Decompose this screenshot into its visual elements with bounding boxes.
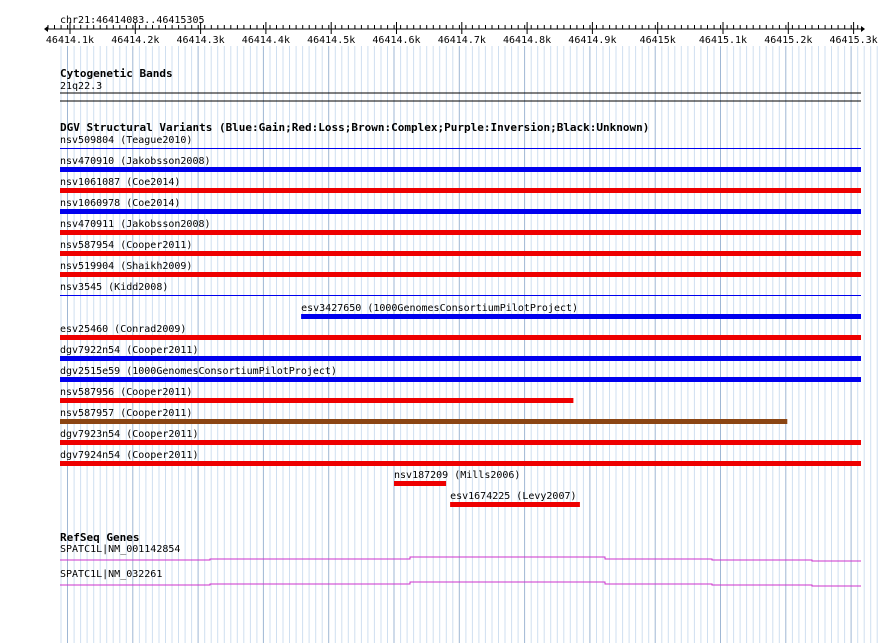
sv-feature-bar — [60, 461, 861, 466]
refseq-gene-label: SPATC1L|NM_001142854 — [60, 544, 181, 555]
sv-feature-label: nsv519904 (Shaikh2009) — [60, 261, 193, 272]
sv-feature-label: nsv470910 (Jakobsson2008) — [60, 156, 211, 167]
refseq-gene-model — [60, 556, 861, 562]
sv-feature-label: esv1674225 (Levy2007) — [450, 491, 577, 502]
ruler-tick-label: 46414.8k — [503, 35, 552, 46]
refseq-track-title: RefSeq Genes — [60, 531, 140, 544]
sv-feature-bar — [60, 335, 861, 340]
sv-feature-label: dgv7922n54 (Cooper2011) — [60, 345, 199, 356]
cytoband-label: 21q22.3 — [60, 81, 103, 92]
ruler-tick-label: 46414.1k — [45, 35, 95, 46]
ruler-tick-label: 46414.5k — [307, 35, 356, 46]
ruler-right-arrow — [861, 26, 865, 32]
sv-feature-label: esv3427650 (1000GenomesConsortiumPilotPr… — [301, 303, 579, 314]
sv-feature-bar — [394, 481, 447, 486]
sv-feature-bar — [60, 295, 861, 296]
ruler-tick-label: 46414.3k — [176, 35, 225, 46]
locus-label: chr21:46414083..46415305 — [60, 15, 205, 26]
dgv-track-title: DGV Structural Variants (Blue:Gain;Red:L… — [60, 121, 650, 134]
refseq-gene-model — [60, 581, 861, 587]
sv-feature-bar — [60, 272, 861, 277]
sv-feature-label: dgv2515e59 (1000GenomesConsortiumPilotPr… — [60, 366, 337, 377]
sv-feature-bar — [60, 419, 788, 424]
sv-feature-bar — [60, 148, 861, 149]
ruler-left-arrow — [44, 26, 48, 32]
ruler-tick-label: 46414.4k — [241, 35, 290, 46]
sv-feature-bar — [60, 377, 861, 382]
genome-browser-view: chr21:46414083..46415305 Cytogenetic Ban… — [0, 0, 890, 643]
ruler-tick-label: 46414.6k — [372, 35, 421, 46]
ruler-tick-label: 46414.7k — [437, 35, 486, 46]
sv-feature-label: esv25460 (Conrad2009) — [60, 324, 187, 335]
sv-feature-label: dgv7923n54 (Cooper2011) — [60, 429, 199, 440]
sv-feature-label: nsv587957 (Cooper2011) — [60, 408, 193, 419]
sv-feature-label: nsv3545 (Kidd2008) — [60, 282, 169, 293]
refseq-gene-label: SPATC1L|NM_032261 — [60, 569, 163, 580]
cytoband-track-title: Cytogenetic Bands — [60, 67, 173, 80]
sv-feature-bar — [60, 356, 861, 361]
sv-feature-label: nsv587956 (Cooper2011) — [60, 387, 193, 398]
sv-feature-label: nsv509804 (Teague2010) — [60, 135, 193, 146]
sv-feature-bar — [60, 230, 861, 235]
ruler-tick-label: 46414.9k — [568, 35, 617, 46]
sv-feature-label: nsv1060978 (Coe2014) — [60, 198, 181, 209]
sv-feature-label: nsv470911 (Jakobsson2008) — [60, 219, 211, 230]
sv-feature-label: nsv1061087 (Coe2014) — [60, 177, 181, 188]
sv-feature-bar — [60, 251, 861, 256]
ruler-tick-label: 46415.2k — [764, 35, 813, 46]
sv-feature-label: nsv187209 (Mills2006) — [394, 470, 521, 481]
sv-feature-bar — [301, 314, 862, 319]
ruler-tick-label: 46415k — [639, 35, 676, 46]
ruler-tick-label: 46414.2k — [111, 35, 160, 46]
sv-feature-bar — [60, 167, 861, 172]
sv-feature-bar — [60, 398, 574, 403]
sv-feature-bar — [450, 502, 580, 507]
sv-feature-bar — [60, 209, 861, 214]
sv-feature-bar — [60, 188, 861, 193]
sv-feature-label: nsv587954 (Cooper2011) — [60, 240, 193, 251]
sv-feature-bar — [60, 440, 861, 445]
sv-feature-label: dgv7924n54 (Cooper2011) — [60, 450, 199, 461]
ruler-tick-label: 46415.3k — [829, 35, 878, 46]
ruler-tick-label: 46415.1k — [698, 35, 748, 46]
